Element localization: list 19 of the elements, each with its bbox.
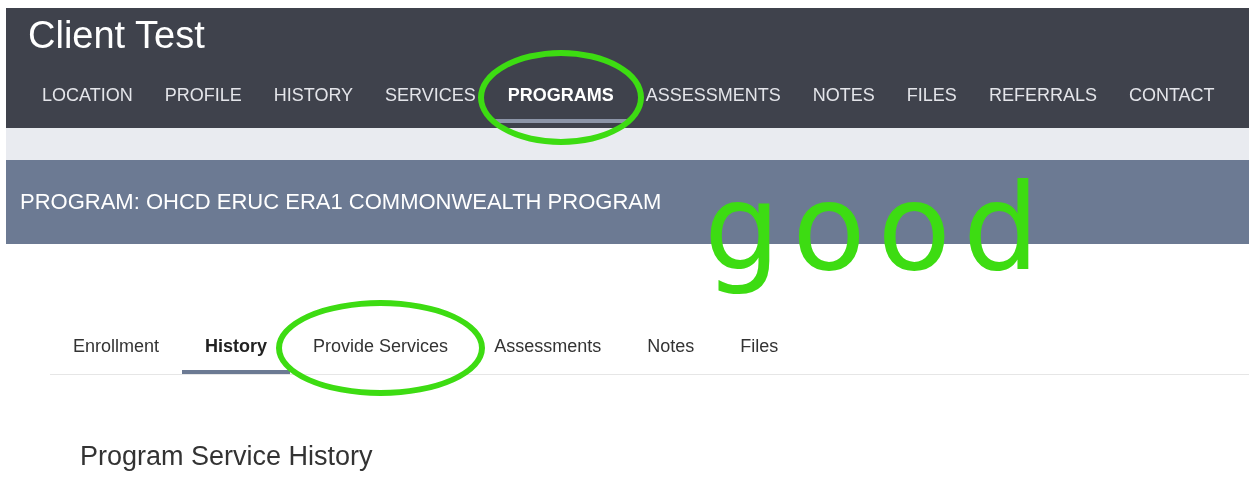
nav-tab[interactable]: ASSESSMENTS: [629, 76, 797, 123]
tab[interactable]: Notes: [624, 326, 718, 374]
nav-tab[interactable]: HISTORY: [257, 76, 370, 123]
tab[interactable]: Files: [717, 326, 802, 374]
section-heading: Program Service History: [80, 441, 373, 472]
nav-tab[interactable]: LOCATION: [26, 76, 149, 123]
tab[interactable]: History: [182, 326, 291, 374]
tab[interactable]: Assessments: [471, 326, 625, 374]
nav-tab[interactable]: REFERRALS: [972, 76, 1113, 123]
nav-tab[interactable]: CONTACT: [1112, 76, 1231, 123]
client-title: Client Test: [27, 13, 205, 58]
program-title: PROGRAM: OHCD ERUC ERA1 COMMONWEALTH PROGRAM: [20, 189, 662, 215]
nav-tab[interactable]: FILES: [890, 76, 973, 123]
nav-tab[interactable]: SERVICES: [369, 76, 492, 123]
tab[interactable]: Enrollment: [50, 326, 183, 374]
nav-tab[interactable]: NOTES: [796, 76, 891, 123]
nav-tab[interactable]: PROFILE: [148, 76, 258, 123]
nav-tab[interactable]: PROGRAMS: [491, 76, 630, 123]
tab[interactable]: Provide Services: [290, 326, 472, 374]
